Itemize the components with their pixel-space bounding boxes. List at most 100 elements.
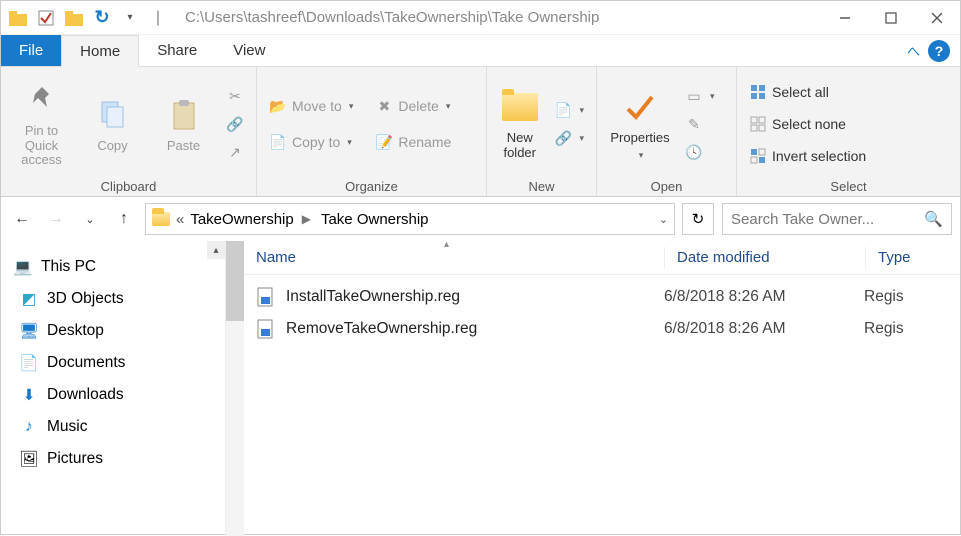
select-none-icon	[749, 115, 767, 133]
group-open-label: Open	[605, 177, 728, 194]
chevron-down-icon: ▾	[579, 105, 584, 116]
properties-button[interactable]: Properties ▾	[605, 87, 675, 160]
folder-icon	[500, 87, 540, 127]
pc-icon: 💻	[13, 257, 33, 277]
reg-file-icon	[256, 319, 276, 339]
path-icon: 🔗	[226, 115, 244, 133]
tree-scroll-up[interactable]: ▴	[207, 241, 225, 259]
quick-access-toolbar: ↻ ▾ |	[1, 7, 175, 29]
back-button[interactable]: ←	[9, 206, 35, 232]
chevron-down-icon[interactable]: ▾	[119, 7, 141, 29]
recent-dropdown[interactable]: ⌄	[77, 206, 103, 232]
move-to-button[interactable]: 📂Move to▾	[265, 93, 357, 119]
move-icon: 📂	[269, 97, 287, 115]
col-type[interactable]: Type	[866, 249, 960, 266]
folder-icon	[152, 212, 170, 226]
tree-desktop[interactable]: 🖥Desktop	[7, 315, 219, 347]
help-button[interactable]: ?	[928, 40, 950, 62]
window-title-path: C:\Users\tashreef\Downloads\TakeOwnershi…	[175, 9, 822, 26]
folder-icon	[63, 7, 85, 29]
copy-to-icon: 📄	[269, 133, 287, 151]
tab-home[interactable]: Home	[61, 35, 139, 67]
paste-icon	[164, 95, 204, 135]
rename-button[interactable]: 📝Rename	[371, 129, 455, 155]
tree-this-pc[interactable]: 💻 This PC	[7, 251, 219, 283]
new-item-button[interactable]: 📄▾	[550, 97, 588, 123]
group-new-label: New	[495, 177, 588, 194]
chevron-down-icon: ▾	[579, 133, 584, 144]
group-clipboard-label: Clipboard	[9, 177, 248, 194]
paste-button[interactable]: Paste	[151, 95, 216, 154]
invert-icon	[749, 147, 767, 165]
tab-share[interactable]: Share	[139, 35, 215, 66]
close-button[interactable]	[914, 3, 960, 33]
copy-icon	[93, 95, 133, 135]
maximize-button[interactable]	[868, 3, 914, 33]
redo-icon[interactable]: ↻	[91, 7, 113, 29]
file-row[interactable]: InstallTakeOwnership.reg 6/8/2018 8:26 A…	[244, 281, 960, 313]
document-icon: 📄	[19, 353, 39, 373]
tree-pictures[interactable]: 🖼Pictures	[7, 443, 219, 475]
tab-file[interactable]: File	[1, 35, 61, 66]
checkbox-icon[interactable]	[35, 7, 57, 29]
crumb-takeownership[interactable]: TakeOwnership	[190, 211, 293, 228]
new-folder-button[interactable]: New folder	[495, 87, 544, 161]
col-date[interactable]: Date modified	[665, 249, 865, 266]
open-icon: ▭	[685, 87, 703, 105]
folder-icon	[7, 7, 29, 29]
chevron-down-icon: ▾	[349, 101, 354, 112]
group-organize-label: Organize	[265, 177, 478, 194]
pictures-icon: 🖼	[19, 449, 39, 469]
forward-button[interactable]: →	[43, 206, 69, 232]
tree-3d-objects[interactable]: ◩3D Objects	[7, 283, 219, 315]
address-dropdown[interactable]: ⌄	[659, 213, 668, 226]
up-button[interactable]: ↑	[111, 206, 137, 232]
invert-selection-button[interactable]: Invert selection	[745, 143, 870, 169]
pin-quick-access-button[interactable]: Pin to Quick access	[9, 80, 74, 169]
tree-scrollbar[interactable]	[226, 241, 244, 536]
check-icon	[620, 87, 660, 127]
breadcrumb-overflow[interactable]: «	[176, 211, 184, 228]
tab-view[interactable]: View	[215, 35, 283, 66]
open-button[interactable]: ▭▾	[681, 83, 719, 109]
chevron-down-icon: ▾	[347, 137, 352, 148]
chevron-down-icon: ▾	[710, 91, 715, 102]
collapse-ribbon-icon[interactable]: へ	[907, 41, 920, 60]
copy-path-button[interactable]: 🔗	[222, 111, 248, 137]
chevron-right-icon[interactable]: ▶	[302, 212, 311, 226]
tree-music[interactable]: ♪Music	[7, 411, 219, 443]
easy-access-button[interactable]: 🔗▾	[550, 125, 588, 151]
chevron-down-icon: ▾	[446, 101, 451, 112]
tree-downloads[interactable]: ⬇Downloads	[7, 379, 219, 411]
link-icon: 🔗	[554, 129, 572, 147]
ribbon-tabs: File Home Share View へ ?	[1, 35, 960, 67]
edit-icon: ✎	[685, 115, 703, 133]
desktop-icon: 🖥	[19, 321, 39, 341]
copy-button[interactable]: Copy	[80, 95, 145, 154]
history-icon: 🕓	[685, 143, 703, 161]
navigation-tree[interactable]: ▴ 💻 This PC ◩3D Objects 🖥Desktop 📄Docume…	[1, 241, 226, 536]
ribbon: Pin to Quick access Copy Paste ✂ 🔗 ↗ Cli…	[1, 67, 960, 197]
music-icon: ♪	[19, 417, 39, 437]
paste-shortcut-button[interactable]: ↗	[222, 139, 248, 165]
col-name[interactable]: Name	[244, 249, 664, 266]
crumb-take-ownership[interactable]: Take Ownership	[321, 211, 429, 228]
file-row[interactable]: RemoveTakeOwnership.reg 6/8/2018 8:26 AM…	[244, 313, 960, 345]
chevron-down-icon: ▾	[639, 150, 644, 160]
delete-button[interactable]: ✖Delete▾	[371, 93, 455, 119]
history-button[interactable]: 🕓	[681, 139, 719, 165]
refresh-button[interactable]: ↻	[682, 203, 714, 235]
address-bar[interactable]: « TakeOwnership ▶ Take Ownership ⌄	[145, 203, 675, 235]
copy-to-button[interactable]: 📄Copy to▾	[265, 129, 357, 155]
reg-file-icon	[256, 287, 276, 307]
cube-icon: ◩	[19, 289, 39, 309]
new-item-icon: 📄	[554, 101, 572, 119]
search-input[interactable]: Search Take Owner... 🔍	[722, 203, 952, 235]
title-bar: ↻ ▾ | C:\Users\tashreef\Downloads\TakeOw…	[1, 1, 960, 35]
tree-documents[interactable]: 📄Documents	[7, 347, 219, 379]
minimize-button[interactable]	[822, 3, 868, 33]
edit-button[interactable]: ✎	[681, 111, 719, 137]
select-all-button[interactable]: Select all	[745, 79, 870, 105]
cut-button[interactable]: ✂	[222, 83, 248, 109]
select-none-button[interactable]: Select none	[745, 111, 870, 137]
